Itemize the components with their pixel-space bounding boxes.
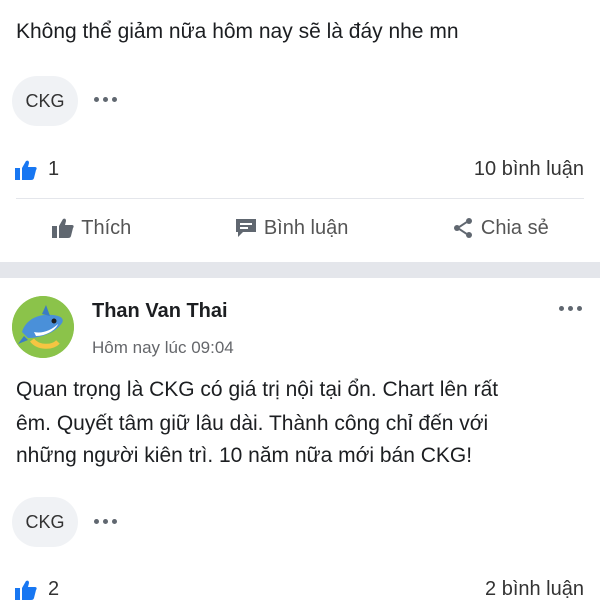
shark-avatar-icon bbox=[12, 296, 74, 358]
post-actions: Thích Bình luận Chia sẻ bbox=[0, 216, 600, 240]
more-options-icon[interactable] bbox=[94, 519, 117, 524]
post-text-line: Quan trọng là CKG có giá trị nội tại ổn.… bbox=[16, 378, 499, 401]
share-button[interactable]: Chia sẻ bbox=[451, 216, 549, 240]
post-text: Không thể giảm nữa hôm nay sẽ là đáy nhe… bbox=[16, 20, 459, 43]
post-timestamp[interactable]: Hôm nay lúc 09:04 bbox=[92, 338, 234, 358]
thumbs-up-icon bbox=[52, 218, 74, 238]
comment-label: Bình luận bbox=[263, 216, 349, 239]
like-label: Thích bbox=[81, 216, 132, 239]
tag-chip[interactable]: CKG bbox=[12, 76, 78, 126]
comment-icon bbox=[235, 219, 256, 237]
thumbs-up-icon bbox=[15, 580, 37, 600]
tag-chip[interactable]: CKG bbox=[12, 497, 78, 547]
comment-count[interactable]: 10 bình luận bbox=[474, 158, 584, 181]
post-menu-icon[interactable] bbox=[559, 306, 582, 311]
comment-count[interactable]: 2 bình luận bbox=[485, 578, 584, 600]
like-count: 2 bbox=[48, 578, 60, 600]
like-count: 1 bbox=[48, 158, 60, 180]
author-name[interactable]: Than Van Thai bbox=[92, 300, 228, 323]
share-label: Chia sẻ bbox=[480, 216, 549, 239]
post-text-line: những người kiên trì. 10 năm nữa mới bán… bbox=[16, 444, 473, 467]
avatar[interactable] bbox=[12, 296, 74, 358]
like-summary[interactable]: 1 bbox=[14, 158, 59, 181]
like-button[interactable]: Thích bbox=[51, 217, 131, 240]
like-summary[interactable]: 2 bbox=[14, 578, 59, 600]
divider bbox=[16, 198, 584, 199]
post-separator bbox=[0, 262, 600, 278]
comment-button[interactable]: Bình luận bbox=[234, 216, 349, 240]
share-icon bbox=[453, 218, 472, 238]
post-text-line: êm. Quyết tâm giữ lâu dài. Thành công ch… bbox=[16, 412, 489, 435]
more-options-icon[interactable] bbox=[94, 97, 117, 102]
thumbs-up-icon bbox=[15, 160, 37, 180]
